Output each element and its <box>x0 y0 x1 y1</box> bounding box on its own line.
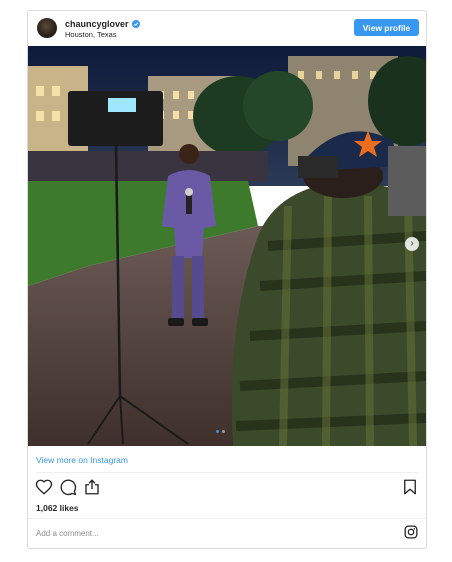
verified-badge-icon <box>131 20 140 28</box>
instagram-icon[interactable] <box>404 525 418 539</box>
chevron-right-icon: › <box>410 238 414 249</box>
comment-input[interactable] <box>36 525 376 541</box>
carousel-dot <box>222 430 225 433</box>
location-link[interactable]: Houston, Texas <box>65 30 117 39</box>
divider <box>28 518 426 519</box>
action-bar <box>28 478 426 500</box>
carousel-dot <box>216 430 219 433</box>
carousel-next-button[interactable]: › <box>405 237 419 251</box>
carousel-indicator <box>216 430 225 433</box>
username-row: chauncyglover <box>65 18 140 30</box>
view-profile-button[interactable]: View profile <box>354 19 419 36</box>
share-icon[interactable] <box>83 478 101 496</box>
comment-icon[interactable] <box>59 478 77 496</box>
post-image <box>28 46 426 446</box>
instagram-embed-card: chauncyglover Houston, Texas View profil… <box>27 10 427 549</box>
view-more-link[interactable]: View more on Instagram <box>36 455 128 465</box>
divider <box>36 472 418 473</box>
like-count[interactable]: 1,062 likes <box>36 503 79 513</box>
post-photo[interactable]: › <box>28 46 426 446</box>
username-link[interactable]: chauncyglover <box>65 19 129 29</box>
post-header: chauncyglover Houston, Texas View profil… <box>28 11 426 45</box>
avatar[interactable] <box>37 18 57 38</box>
heart-icon[interactable] <box>35 478 53 496</box>
bookmark-icon[interactable] <box>401 478 419 496</box>
